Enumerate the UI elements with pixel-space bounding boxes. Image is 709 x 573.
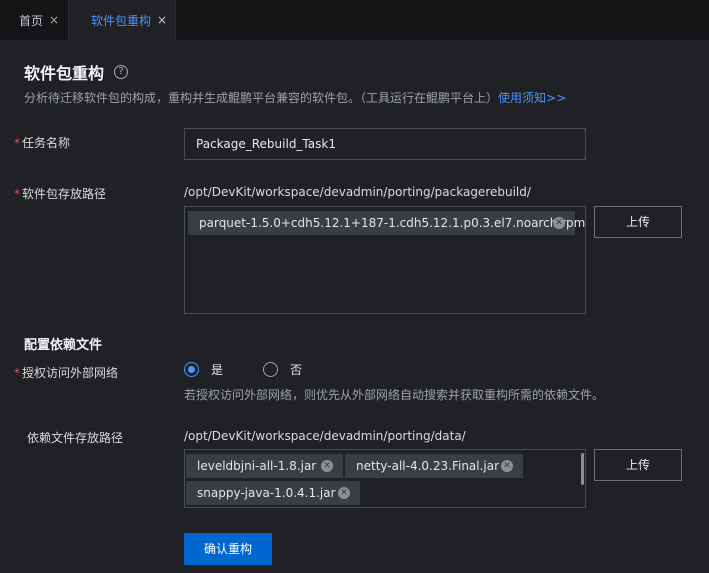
page-subtitle: 分析待迁移软件包的构成，重构并生成鲲鹏平台兼容的软件包。（工具运行在鲲鹏平台上）… (24, 89, 566, 106)
auth-yes-label: 是 (211, 363, 224, 377)
page-title-text: 软件包重构 (24, 64, 105, 83)
subtitle-text: 分析待迁移软件包的构成，重构并生成鲲鹏平台兼容的软件包。（工具运行在鲲鹏平台上） (24, 91, 499, 105)
tab-home-label: 首页 (19, 13, 44, 28)
page-title: 软件包重构 ? (24, 60, 129, 84)
dep-section-title: 配置依赖文件 (24, 338, 103, 353)
required-mark: * (14, 366, 20, 380)
pkg-path-label-text: 软件包存放路径 (22, 187, 107, 201)
tab-package-rebuild[interactable]: 软件包重构 × (69, 0, 175, 40)
auth-network-label-text: 授权访问外部网络 (22, 366, 119, 380)
file-chip: leveldbjni-all-1.8.jar ✕ (186, 454, 343, 478)
pkg-upload-button[interactable]: 上传 (594, 206, 682, 238)
file-chip-label: leveldbjni-all-1.8.jar (197, 459, 317, 473)
close-icon[interactable]: × (157, 13, 167, 27)
task-name-input[interactable]: Package_Rebuild_Task1 (184, 128, 586, 160)
pkg-file-box[interactable]: parquet-1.5.0+cdh5.12.1+187-1.cdh5.12.1.… (184, 206, 586, 314)
file-chip: snappy-java-1.0.4.1.jar ✕ (186, 481, 360, 505)
usage-notes-link[interactable]: 使用须知>> (498, 91, 566, 105)
radio-checked-icon (184, 362, 199, 377)
auth-no-radio[interactable]: 否 (263, 361, 302, 378)
task-name-label: * 任务名称 (14, 134, 70, 151)
auth-hint: 若授权访问外部网络，则优先从外部网络自动搜索并获取重构所需的依赖文件。 (184, 388, 605, 402)
close-icon[interactable]: × (49, 13, 59, 27)
remove-icon[interactable]: ✕ (338, 487, 350, 499)
required-mark: * (14, 136, 20, 150)
dep-box-scrollbar[interactable] (581, 453, 584, 485)
tab-bar: 首页 × 软件包重构 × (0, 0, 709, 40)
dep-path-value: /opt/DevKit/workspace/devadmin/porting/d… (184, 429, 466, 443)
tab-divider (175, 0, 176, 40)
file-chip-label: snappy-java-1.0.4.1.jar (197, 486, 336, 500)
confirm-rebuild-button[interactable]: 确认重构 (184, 533, 272, 565)
dep-path-label: 依赖文件存放路径 (27, 429, 123, 446)
remove-icon[interactable]: ✕ (501, 460, 513, 472)
file-chip: parquet-1.5.0+cdh5.12.1+187-1.cdh5.12.1.… (188, 211, 585, 235)
radio-unchecked-icon (263, 362, 278, 377)
help-icon[interactable]: ? (114, 65, 129, 79)
auth-network-label: * 授权访问外部网络 (14, 364, 118, 381)
dep-path-label-text: 依赖文件存放路径 (27, 431, 124, 445)
remove-icon[interactable]: ✕ (321, 460, 333, 472)
auth-no-label: 否 (290, 363, 303, 377)
tab-home[interactable]: 首页 × (0, 0, 68, 40)
tab-package-rebuild-label: 软件包重构 (91, 13, 152, 28)
task-name-label-text: 任务名称 (22, 136, 71, 150)
remove-icon[interactable]: ✕ (553, 217, 565, 229)
pkg-path-label: * 软件包存放路径 (14, 185, 106, 202)
auth-yes-radio[interactable]: 是 (184, 361, 223, 378)
file-chip-label: netty-all-4.0.23.Final.jar (356, 459, 500, 473)
file-chip: netty-all-4.0.23.Final.jar ✕ (345, 454, 523, 478)
pkg-path-value: /opt/DevKit/workspace/devadmin/porting/p… (184, 185, 531, 199)
required-mark: * (14, 187, 20, 201)
file-chip-label: parquet-1.5.0+cdh5.12.1+187-1.cdh5.12.1.… (199, 216, 586, 230)
dep-upload-button[interactable]: 上传 (594, 449, 682, 481)
dep-file-box[interactable]: leveldbjni-all-1.8.jar ✕ netty-all-4.0.2… (184, 449, 586, 508)
